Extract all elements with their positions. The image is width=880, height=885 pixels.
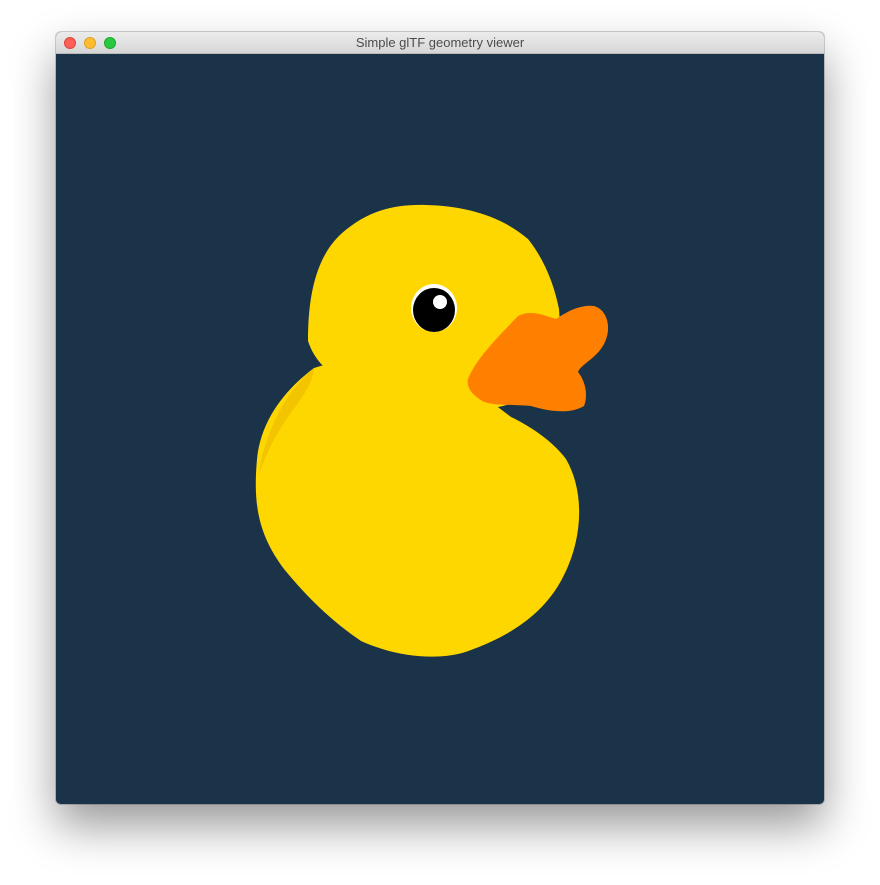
duck-eye-highlight [433, 295, 447, 309]
render-viewport[interactable] [56, 54, 824, 804]
window-title: Simple glTF geometry viewer [355, 35, 525, 50]
viewer-window: Simple glTF geometry viewer [56, 32, 824, 804]
duck-eye [413, 288, 455, 332]
title-bar[interactable]: Simple glTF geometry viewer [56, 32, 824, 54]
duck-model [255, 204, 609, 657]
